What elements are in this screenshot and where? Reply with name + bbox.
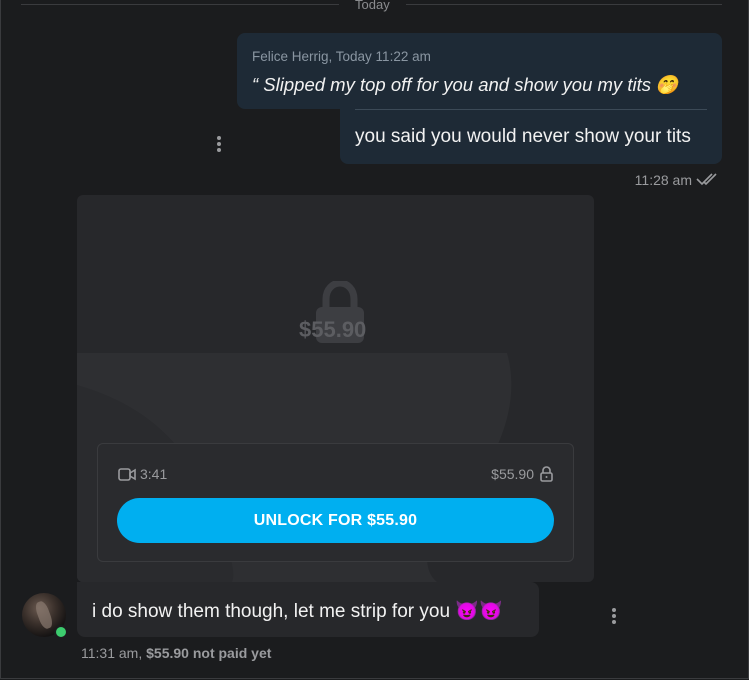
incoming-meta: 11:31 am, $55.90 not paid yet [81, 645, 271, 661]
outgoing-timestamp: 11:28 am [634, 172, 692, 188]
outgoing-message-text: you said you would never show your tits [355, 126, 691, 147]
separator-line [406, 4, 722, 5]
incoming-message-text: i do show them though, let me strip for … [92, 601, 503, 622]
online-status-indicator [54, 625, 68, 639]
media-price: $55.90 [491, 466, 553, 482]
quote-meta: Felice Herrig, Today 11:22 am [252, 49, 431, 64]
message-options-icon[interactable] [612, 608, 616, 624]
message-options-icon[interactable] [217, 136, 221, 152]
day-label: Today [355, 0, 390, 12]
unlock-button[interactable]: UNLOCK FOR $55.90 [117, 498, 554, 543]
outgoing-message-bubble[interactable]: you said you would never show your tits [340, 109, 722, 164]
separator-line [21, 4, 339, 5]
duration-text: 3:41 [140, 466, 168, 482]
day-separator: Today [21, 0, 722, 12]
chat-thread: Today Felice Herrig, Today 11:22 am “ Sl… [0, 0, 749, 679]
quoted-message-bubble[interactable]: Felice Herrig, Today 11:22 am “ Slipped … [237, 33, 722, 109]
quote-text: “ Slipped my top off for you and show yo… [252, 74, 651, 95]
price-overlay: $55.90 [299, 317, 367, 342]
media-info-panel: 3:41 $55.90 UNLOCK FOR $55.90 [97, 443, 574, 562]
quote-divider [355, 109, 707, 110]
quote-text-line: “ Slipped my top off for you and show yo… [252, 74, 678, 96]
locked-media-card[interactable]: $55.90 3:41 $55.90 UNLOCK FOR $55.90 [77, 195, 594, 582]
incoming-message-bubble[interactable]: i do show them though, let me strip for … [77, 582, 539, 637]
incoming-timestamp: 11:31 am, [81, 645, 143, 661]
video-icon [118, 467, 136, 481]
quote-emoji: 🤭 [654, 74, 679, 95]
double-check-icon [696, 172, 720, 191]
lock-icon [540, 466, 553, 482]
media-duration: 3:41 [118, 466, 167, 482]
payment-status: $55.90 not paid yet [146, 645, 272, 661]
price-text: $55.90 [491, 466, 534, 482]
